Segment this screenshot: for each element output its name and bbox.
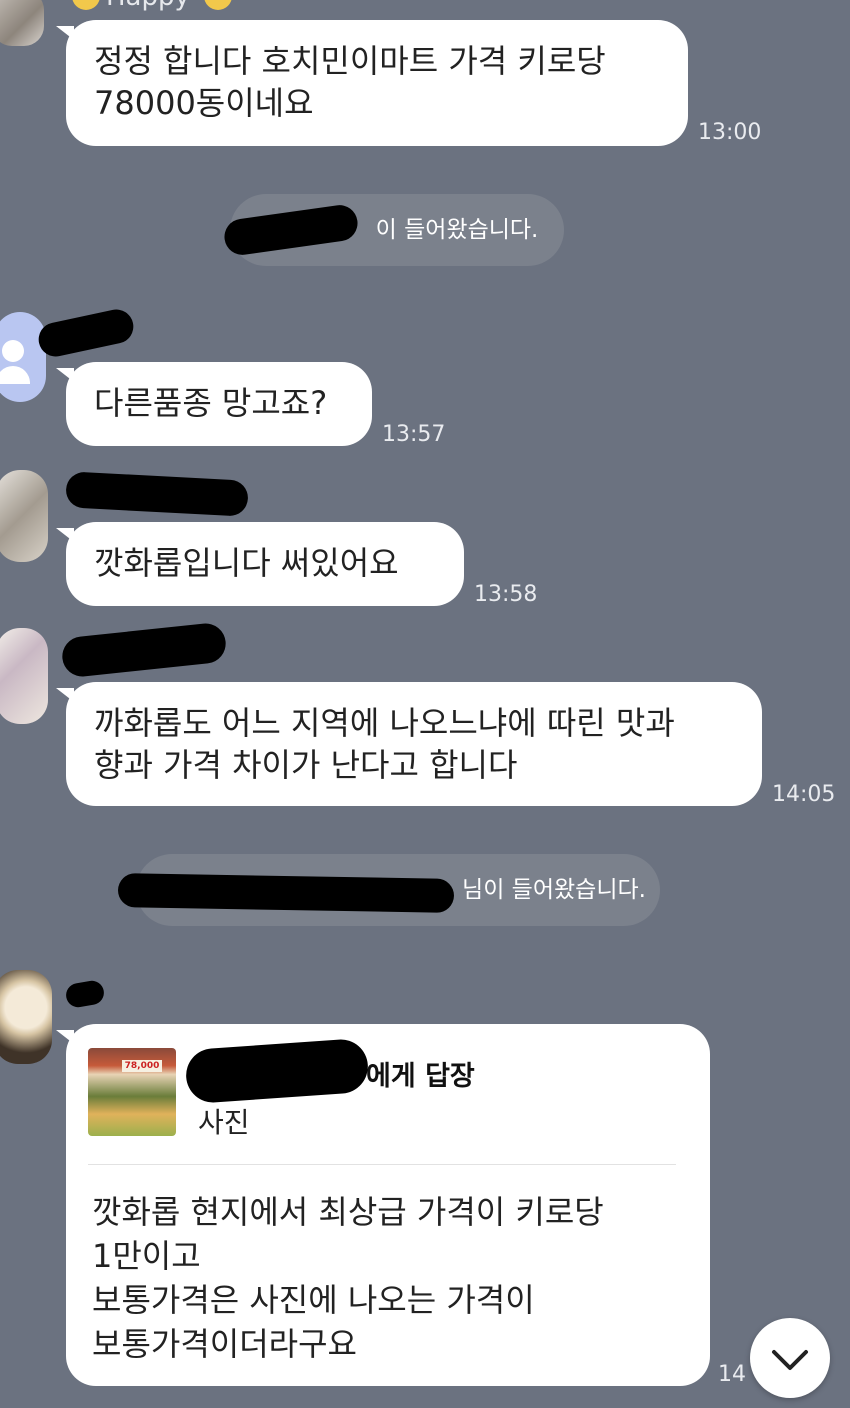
avatar[interactable] bbox=[0, 628, 48, 724]
person-icon-body bbox=[0, 366, 30, 384]
redaction bbox=[64, 978, 106, 1010]
redaction bbox=[117, 873, 455, 913]
message-time: 14 bbox=[718, 1362, 746, 1387]
thumb-price-tag: 78,000 bbox=[122, 1060, 162, 1072]
message-text: 깟화롭입니다 써있어요 bbox=[94, 544, 399, 582]
reply-target-label: 에게 답장 bbox=[366, 1061, 475, 1092]
avatar[interactable] bbox=[0, 312, 46, 402]
message-line: 향과 가격 차이가 난다고 합니다 bbox=[94, 746, 518, 784]
chat-bubble[interactable]: 까화롭도 어느 지역에 나오느냐에 따린 맛과 향과 가격 차이가 난다고 합니… bbox=[56, 682, 762, 806]
chat-bubble[interactable]: 다른품종 망고죠? bbox=[56, 362, 372, 446]
avatar[interactable] bbox=[0, 470, 48, 562]
redaction bbox=[35, 306, 137, 360]
message-line: 정정 합니다 호치민이마트 가격 키로당 bbox=[94, 42, 606, 80]
reply-bubble[interactable]: 78,000 에게 답장 사진 깟화롭 현지에서 최상급 가격이 키로당 1만이… bbox=[56, 1024, 710, 1386]
reply-photo-thumbnail[interactable]: 78,000 bbox=[88, 1048, 176, 1136]
person-icon bbox=[2, 340, 24, 362]
avatar[interactable] bbox=[0, 0, 44, 46]
message-time: 14:05 bbox=[772, 782, 836, 807]
emoji-icon bbox=[204, 0, 232, 10]
redaction bbox=[60, 621, 228, 679]
message-time: 13:57 bbox=[382, 422, 446, 447]
chat-bubble[interactable]: 깟화롭입니다 써있어요 bbox=[56, 522, 464, 606]
message-time: 13:58 bbox=[474, 582, 538, 607]
reply-target-type: 사진 bbox=[198, 1106, 250, 1139]
message-line: 까화롭도 어느 지역에 나오느냐에 따린 맛과 bbox=[94, 704, 675, 742]
sender-name: Happy bbox=[106, 0, 190, 12]
redaction bbox=[65, 471, 249, 517]
avatar[interactable] bbox=[0, 970, 52, 1064]
chat-bubble[interactable]: 정정 합니다 호치민이마트 가격 키로당 78000동이네요 bbox=[56, 20, 688, 146]
divider bbox=[88, 1164, 676, 1165]
scroll-to-bottom-button[interactable] bbox=[750, 1318, 830, 1398]
emoji-icon bbox=[72, 0, 100, 10]
message-line: 78000동이네요 bbox=[94, 84, 314, 122]
message-text: 다른품종 망고죠? bbox=[94, 384, 328, 422]
chevron-down-icon bbox=[772, 1350, 808, 1370]
message-text: 깟화롭 현지에서 최상급 가격이 키로당 1만이고 보통가격은 사진에 나오는 … bbox=[92, 1193, 604, 1363]
message-time: 13:00 bbox=[698, 120, 762, 145]
